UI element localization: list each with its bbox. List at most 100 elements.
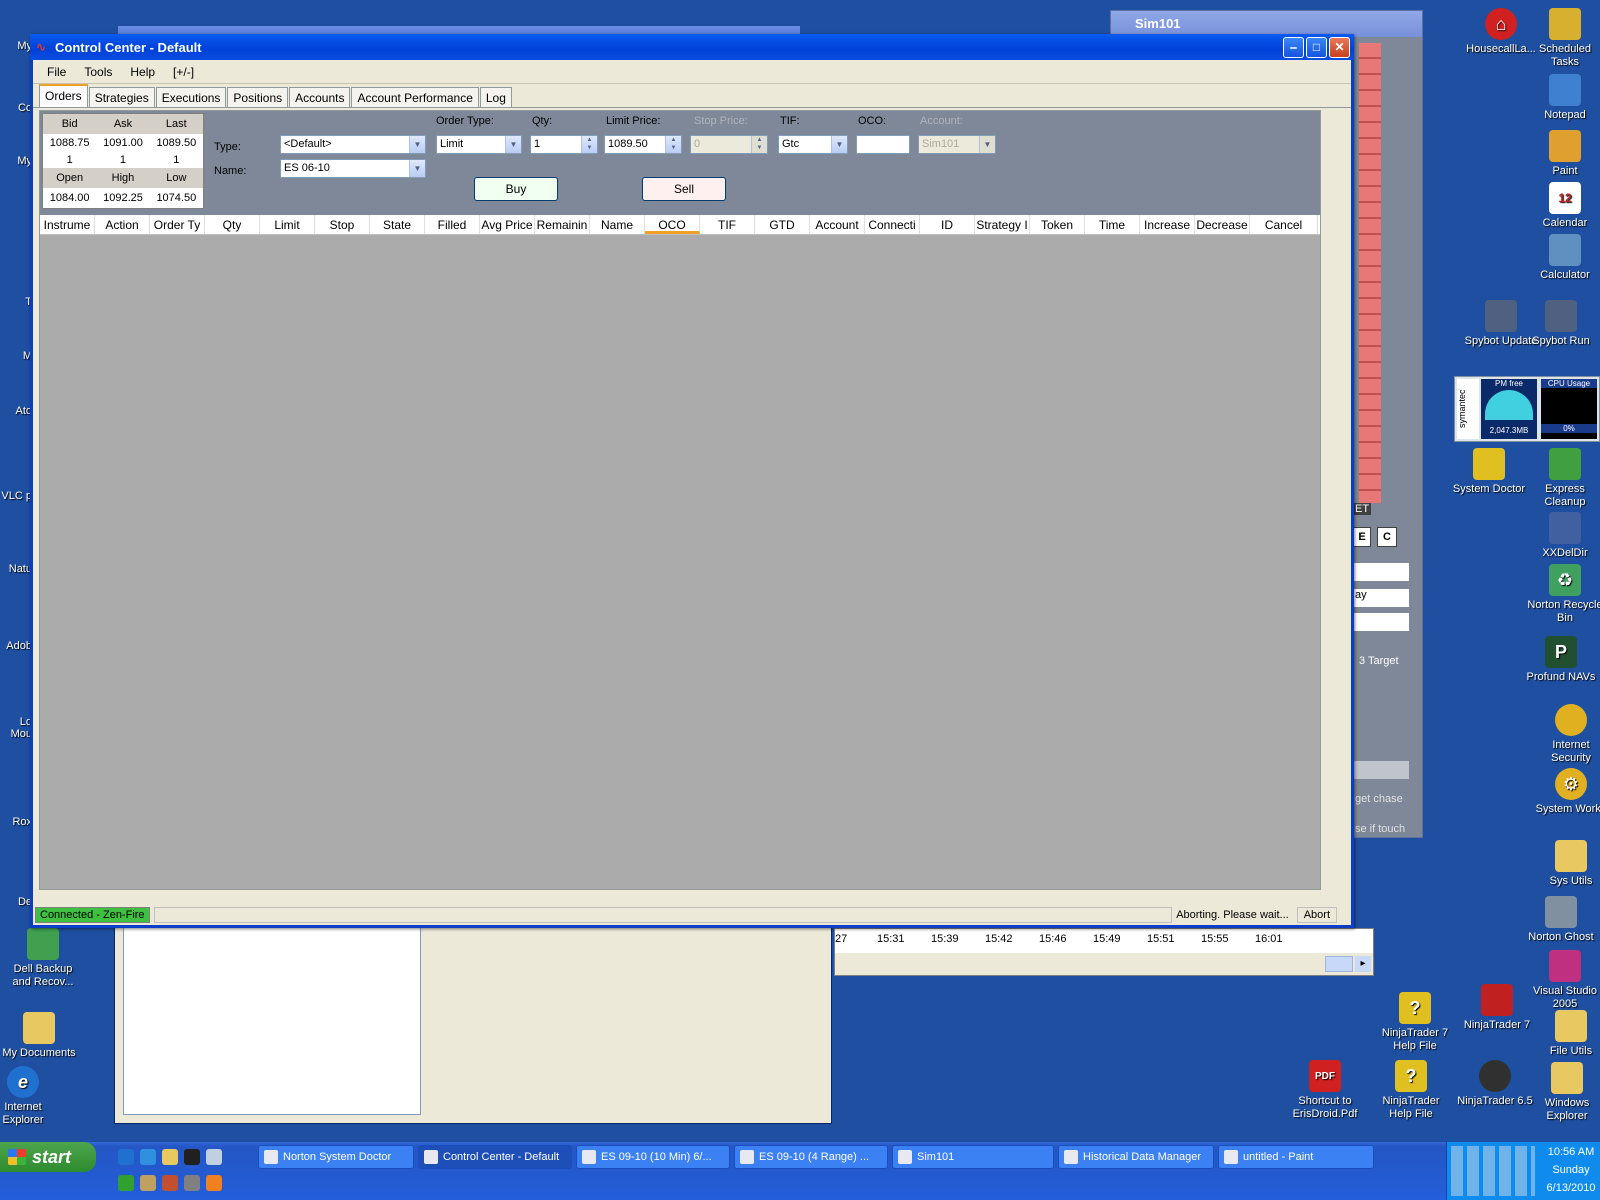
folder-icon[interactable] [162, 1149, 178, 1165]
app-icon[interactable] [118, 1175, 134, 1191]
desktop-icon-norton-recycle-bin[interactable]: ♻ Norton Recycle Bin [1526, 564, 1600, 625]
symantec-gauge[interactable]: symantec PM free 2,047.3MB CPU Usage 0% [1454, 376, 1600, 442]
col-qty[interactable]: Qty [205, 215, 260, 234]
col-filled[interactable]: Filled [425, 215, 480, 234]
minimize-button[interactable]: ⎯ [1283, 36, 1304, 58]
desktop-label[interactable]: Rox [0, 816, 32, 828]
order-type-combo[interactable]: Limit ▼ [436, 135, 522, 154]
col-order-type[interactable]: Order Ty [150, 215, 205, 234]
tab-positions[interactable]: Positions [227, 87, 289, 107]
price-ladder[interactable] [1359, 43, 1381, 503]
col-stop[interactable]: Stop [315, 215, 370, 234]
desktop-icon-profund[interactable]: P Profund NAVs [1522, 636, 1600, 684]
tab-log[interactable]: Log [479, 87, 512, 107]
app-icon[interactable] [206, 1149, 222, 1165]
col-tif[interactable]: TIF [700, 215, 755, 234]
desktop-label[interactable]: Adob [0, 640, 32, 652]
desktop-icon-internet-explorer[interactable]: e Internet Explorer [0, 1066, 62, 1127]
col-strategy-id[interactable]: Strategy I [975, 215, 1030, 234]
tab-account-performance[interactable]: Account Performance [351, 87, 479, 107]
col-cancel[interactable]: Cancel [1250, 215, 1318, 234]
col-account[interactable]: Account [810, 215, 865, 234]
desktop-icon-paint[interactable]: Paint [1526, 130, 1600, 178]
tray-icons[interactable] [1451, 1146, 1535, 1196]
col-state[interactable]: State [370, 215, 425, 234]
task-historical-data-manager[interactable]: Historical Data Manager [1058, 1145, 1214, 1169]
abort-button[interactable]: Abort [1296, 907, 1337, 923]
menu-expand[interactable]: [+/-] [165, 63, 202, 81]
titlebar[interactable]: ∿ Control Center - Default ⎯ □ ✕ [30, 34, 1354, 60]
desktop-icon-my-documents[interactable]: My Documents [0, 1012, 78, 1060]
menu-file[interactable]: File [39, 63, 74, 81]
desktop-label[interactable]: My [0, 40, 32, 52]
desktop-icon-internet-security[interactable]: Internet Security [1532, 704, 1600, 765]
desktop-icon-calculator[interactable]: Calculator [1526, 234, 1600, 282]
col-time[interactable]: Time [1085, 215, 1140, 234]
menu-help[interactable]: Help [122, 63, 163, 81]
control-center-window[interactable]: ∿ Control Center - Default ⎯ □ ✕ File To… [30, 34, 1354, 928]
tab-accounts[interactable]: Accounts [289, 87, 351, 107]
spinner-icon[interactable]: ▲ ▼ [581, 136, 597, 153]
col-remaining[interactable]: Remainin [535, 215, 590, 234]
task-sim101[interactable]: Sim101 [892, 1145, 1054, 1169]
desktop-icon-spybot-run[interactable]: Spybot Run [1522, 300, 1600, 348]
desktop-icon-windows-explorer[interactable]: Windows Explorer [1528, 1062, 1600, 1123]
start-button[interactable]: start [0, 1142, 96, 1172]
col-action[interactable]: Action [95, 215, 150, 234]
desktop-icon-nt7-help[interactable]: ? NinjaTrader 7 Help File [1376, 992, 1454, 1053]
menu-tools[interactable]: Tools [76, 63, 120, 81]
qty-stepper[interactable]: 1 ▲ ▼ [530, 135, 598, 154]
tab-executions[interactable]: Executions [155, 87, 227, 107]
col-connection[interactable]: Connecti [865, 215, 920, 234]
scroll-right-icon[interactable]: ▸ [1355, 956, 1371, 972]
background-window[interactable] [114, 900, 832, 1124]
oco-input[interactable] [856, 135, 910, 154]
task-control-center[interactable]: Control Center - Default [418, 1145, 572, 1169]
cmd-icon[interactable] [184, 1149, 200, 1165]
limit-price-stepper[interactable]: 1089.50 ▲ ▼ [604, 135, 682, 154]
chart-scrollbar[interactable]: ▸ [835, 953, 1373, 975]
desktop-label[interactable]: De [0, 896, 32, 908]
col-instrument[interactable]: Instrume [40, 215, 95, 234]
task-norton-system-doctor[interactable]: Norton System Doctor [258, 1145, 414, 1169]
desktop-icon-ninjatrader-65[interactable]: NinjaTrader 6.5 [1456, 1060, 1534, 1108]
clock-time[interactable]: 10:56 AM [1543, 1146, 1599, 1158]
desktop-label[interactable]: Natu [0, 563, 32, 575]
tab-strategies[interactable]: Strategies [88, 87, 155, 107]
tif-combo[interactable]: Gtc ▼ [778, 135, 848, 154]
col-decrease[interactable]: Decrease [1195, 215, 1250, 234]
col-gtd[interactable]: GTD [755, 215, 810, 234]
scroll-thumb[interactable] [1325, 956, 1353, 972]
desktop-icon-scheduled-tasks[interactable]: Scheduled Tasks [1526, 8, 1600, 69]
chevron-down-icon[interactable]: ▼ [831, 136, 847, 153]
desktop-icon-calendar[interactable]: 12 Calendar [1526, 182, 1600, 230]
desktop-icon-ninjatrader-7[interactable]: NinjaTrader 7 [1458, 984, 1536, 1032]
app-icon[interactable] [140, 1175, 156, 1191]
spinner-icon[interactable]: ▲ ▼ [665, 136, 681, 153]
col-name[interactable]: Name [590, 215, 645, 234]
name-combo[interactable]: ES 06-10 ▼ [280, 159, 426, 178]
maximize-button[interactable]: □ [1306, 36, 1327, 58]
chevron-down-icon[interactable]: ▼ [409, 160, 425, 177]
col-increase[interactable]: Increase [1140, 215, 1195, 234]
chart-window[interactable]: 27 15:31 15:39 15:42 15:46 15:49 15:51 1… [834, 928, 1374, 976]
desktop-label[interactable]: Co [0, 102, 32, 114]
col-limit[interactable]: Limit [260, 215, 315, 234]
desktop-icon-system-doctor[interactable]: System Doctor [1450, 448, 1528, 496]
col-token[interactable]: Token [1030, 215, 1085, 234]
orders-grid-body[interactable] [40, 235, 1320, 889]
app-icon[interactable] [162, 1175, 178, 1191]
col-id[interactable]: ID [920, 215, 975, 234]
sim-combo[interactable]: ay [1353, 589, 1409, 607]
sim-spinner[interactable] [1353, 563, 1409, 581]
desktop-icon-xxdeldir[interactable]: XXDelDir [1526, 512, 1600, 560]
buy-button[interactable]: Buy [474, 177, 558, 201]
e-button[interactable]: E [1353, 527, 1371, 547]
desktop-icon-nt-help[interactable]: ? NinjaTrader Help File [1372, 1060, 1450, 1121]
desktop-icon-sys-utils[interactable]: Sys Utils [1532, 840, 1600, 888]
desktop-icon-notepad[interactable]: Notepad [1526, 74, 1600, 122]
task-paint[interactable]: untitled - Paint [1218, 1145, 1374, 1169]
tab-orders[interactable]: Orders [39, 84, 88, 107]
chevron-down-icon[interactable]: ▼ [505, 136, 521, 153]
desktop-icon-file-utils[interactable]: File Utils [1532, 1010, 1600, 1058]
